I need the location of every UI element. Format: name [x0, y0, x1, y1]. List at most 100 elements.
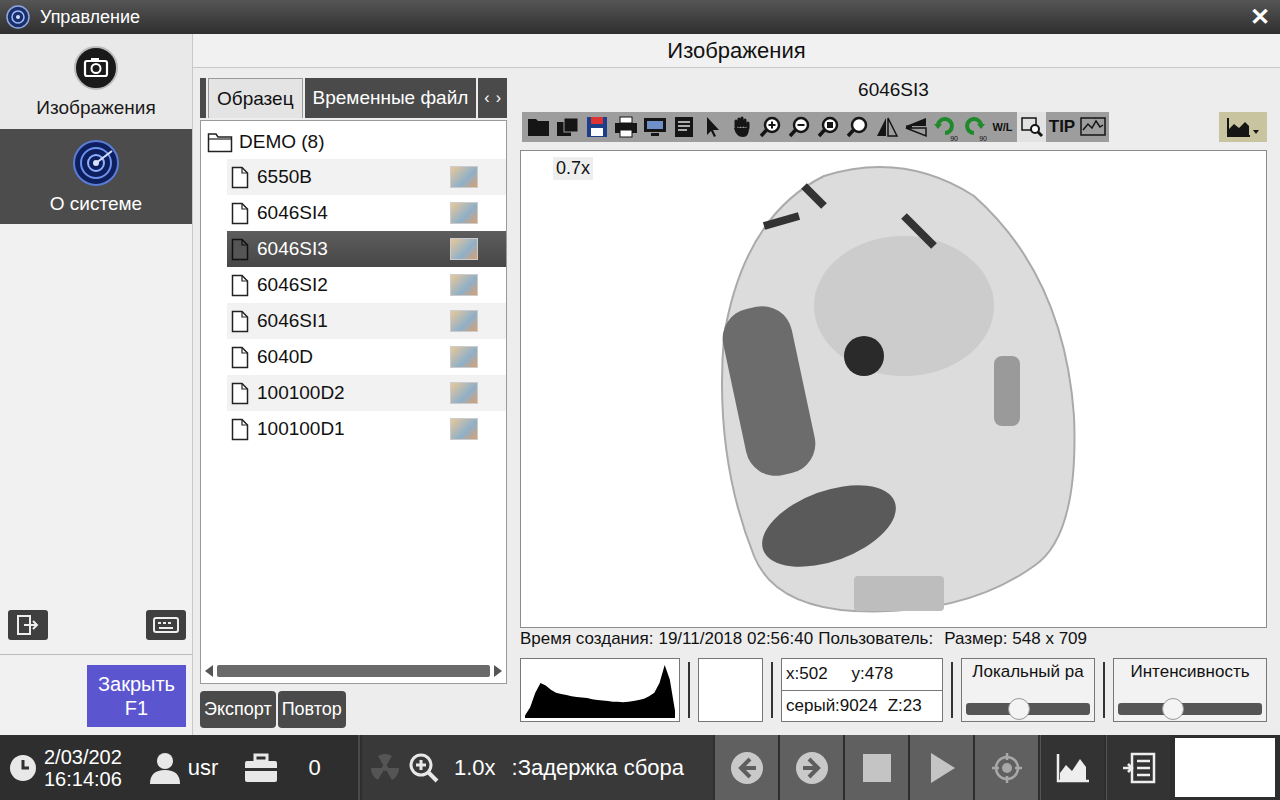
scroll-thumb[interactable] — [217, 665, 490, 677]
file-row[interactable]: 6046SI2 — [227, 267, 506, 303]
body: ИзображенияО системеЗакрытьF1Изображения… — [0, 34, 1280, 735]
sidebar-item[interactable]: О системе — [0, 129, 192, 224]
export-list-button[interactable] — [1106, 735, 1170, 800]
file-row[interactable]: 6040D — [227, 339, 506, 375]
hand-icon — [730, 116, 754, 138]
file-thumbnail — [450, 382, 478, 404]
browser-button[interactable]: Повтор — [278, 691, 346, 728]
zoom-out-button[interactable] — [785, 112, 814, 142]
file-name: 6046SI2 — [257, 274, 442, 296]
copy-icon — [556, 116, 580, 138]
size-label: Размер: — [944, 629, 1007, 649]
file-row[interactable]: 100100D2 — [227, 375, 506, 411]
horizontal-scrollbar[interactable] — [201, 663, 506, 683]
window-level-button[interactable]: W/L — [988, 112, 1017, 142]
zoom-in-button[interactable] — [756, 112, 785, 142]
bag-count: 0 — [308, 755, 320, 781]
file-icon — [231, 382, 249, 405]
print-button[interactable] — [611, 112, 640, 142]
scroll-right-icon[interactable] — [494, 665, 502, 677]
tab-arrow[interactable]: ‹ — [484, 89, 489, 107]
image-viewer[interactable]: 0.7x — [520, 150, 1267, 628]
slider-track[interactable] — [966, 703, 1090, 715]
scroll-left-icon[interactable] — [205, 665, 213, 677]
slider-thumb[interactable] — [1162, 698, 1184, 720]
tab-scroll-arrows: ‹› — [478, 78, 507, 118]
rotate-left-label: 90 — [950, 135, 958, 142]
content: ОбразецВременные файл‹›DEMO (8)6550B6046… — [193, 68, 1280, 735]
app-window: Управление ✕ ИзображенияО системе ЗакрытьF1… — [0, 0, 1280, 800]
waveform-button[interactable] — [1078, 112, 1107, 142]
file-thumbnail — [450, 238, 478, 260]
file-name: 6046SI3 — [257, 238, 442, 260]
chart-dropdown-button[interactable] — [1219, 112, 1267, 142]
file-row[interactable]: 6550B — [227, 159, 506, 195]
flip-horizontal-button[interactable] — [872, 112, 901, 142]
file-thumbnail — [450, 202, 478, 224]
save-button[interactable] — [582, 112, 611, 142]
close-f1-button[interactable]: ЗакрытьF1 — [87, 665, 186, 727]
tip-button[interactable]: TIP — [1046, 112, 1078, 142]
file-row[interactable]: 6046SI3 — [227, 231, 506, 267]
logout-icon — [16, 614, 40, 636]
target-button[interactable] — [975, 735, 1038, 800]
slider-track[interactable] — [1118, 703, 1262, 715]
file-icon — [231, 238, 249, 261]
user-label: Пользователь: — [818, 629, 933, 649]
previous-button[interactable] — [715, 735, 778, 800]
file-row[interactable]: 6046SI4 — [227, 195, 506, 231]
file-row[interactable]: 100100D1 — [227, 411, 506, 447]
readout-z: Z:23 — [888, 696, 922, 716]
play-button[interactable] — [910, 735, 973, 800]
tab[interactable]: Образец — [208, 78, 303, 118]
file-row[interactable]: 6046SI1 — [227, 303, 506, 339]
tab-arrow[interactable]: › — [496, 89, 501, 107]
browser-button[interactable]: Экспорт — [200, 691, 276, 728]
pixel-readout: x:502y:478серый:9024Z:23 — [781, 658, 943, 722]
file-icon — [231, 166, 249, 189]
controls-row: x:502y:478серый:9024Z:23Локальный раИнте… — [520, 658, 1267, 722]
close-button[interactable]: ✕ — [1250, 5, 1270, 29]
keyboard-icon — [153, 616, 179, 634]
file-thumbnail — [450, 346, 478, 368]
statistics-button[interactable] — [1040, 735, 1104, 800]
keyboard-button[interactable] — [146, 610, 186, 640]
radar-icon — [72, 139, 120, 187]
chart-icon — [1056, 753, 1090, 783]
file-name: 6040D — [257, 346, 442, 368]
sidebar-fill — [0, 224, 192, 610]
next-button[interactable] — [780, 735, 843, 800]
rotate-left-icon — [933, 116, 957, 138]
size-value: 548 x 709 — [1012, 629, 1087, 649]
image-title: 6046SI3 — [520, 78, 1267, 102]
stop-button[interactable] — [845, 735, 908, 800]
logout-button[interactable] — [8, 610, 48, 640]
pan-button[interactable] — [727, 112, 756, 142]
readout-y: y:478 — [852, 664, 894, 684]
readout-gray: серый:9024 — [786, 696, 878, 716]
window-title: Управление — [40, 7, 1240, 28]
zoom-reset-button[interactable] — [843, 112, 872, 142]
folder-row[interactable]: DEMO (8) — [201, 125, 506, 159]
user-icon — [148, 751, 182, 785]
rotate-left-button[interactable]: 90 — [930, 112, 959, 142]
scan-button[interactable] — [640, 112, 669, 142]
sidebar-tools — [0, 610, 192, 655]
pointer-button[interactable] — [698, 112, 727, 142]
file-icon — [231, 418, 249, 441]
viewer-panel: 6046SI39090W/LTIP0.7xВремя создания:19/1… — [520, 78, 1267, 735]
copy-button[interactable] — [553, 112, 582, 142]
file-tree: DEMO (8)6550B6046SI4 6046SI3 6046SI2 6046SI… — [200, 120, 507, 684]
flip-vertical-button[interactable] — [901, 112, 930, 142]
tab[interactable]: Временные файл — [305, 78, 477, 118]
slider-thumb[interactable] — [1008, 698, 1030, 720]
zoom-region-button[interactable] — [1017, 112, 1046, 142]
open-button[interactable] — [524, 112, 553, 142]
rotate-right-button[interactable]: 90 — [959, 112, 988, 142]
histogram-chart — [525, 662, 675, 718]
target-icon — [991, 752, 1023, 784]
report-button[interactable] — [669, 112, 698, 142]
sidebar-item[interactable]: Изображения — [0, 34, 192, 129]
zoom-fit-icon — [817, 116, 841, 138]
zoom-fit-button[interactable] — [814, 112, 843, 142]
